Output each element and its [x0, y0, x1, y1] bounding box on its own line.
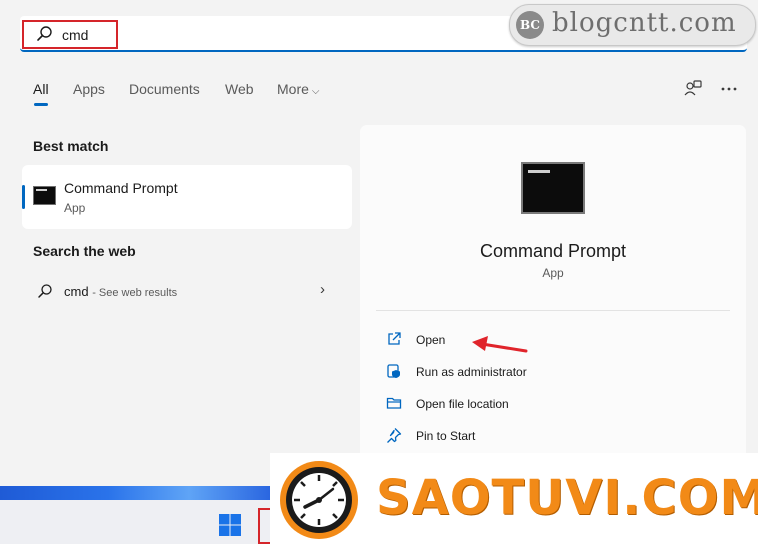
open-icon [388, 332, 401, 345]
command-prompt-large-icon [521, 162, 585, 214]
account-switch-icon[interactable] [682, 78, 704, 100]
tab-web[interactable]: Web [225, 81, 254, 97]
web-search-suffix: - See web results [92, 287, 178, 299]
tab-all[interactable]: All [33, 81, 49, 97]
folder-icon [386, 397, 402, 409]
open-label: Open [416, 333, 446, 347]
search-icon [37, 26, 52, 41]
details-title: Command Prompt [479, 241, 627, 261]
tab-documents[interactable]: Documents [129, 81, 200, 97]
web-search-text: cmd - See web results [64, 284, 177, 299]
windows-start-icon[interactable] [218, 513, 242, 537]
best-match-result[interactable] [22, 165, 352, 229]
best-match-title: Command Prompt [64, 180, 178, 196]
details-type: App [542, 266, 564, 280]
tab-more-label: More [277, 81, 309, 97]
site-logo-text: SAOTUVI.COM [376, 470, 758, 526]
chevron-right-icon[interactable]: › [320, 281, 325, 298]
pin-to-start-label: Pin to Start [416, 429, 476, 443]
command-prompt-icon [33, 186, 56, 205]
tab-apps[interactable]: Apps [73, 81, 105, 97]
open-file-location-label: Open file location [416, 397, 509, 411]
best-match-type: App [64, 201, 86, 215]
more-options-icon[interactable] [718, 78, 740, 100]
tab-more[interactable]: More ⌵ [277, 81, 320, 97]
selection-indicator [22, 185, 25, 209]
watermark-text: blogcntt.com [552, 8, 737, 38]
search-icon [38, 284, 52, 298]
annotation-arrow-icon [472, 336, 528, 353]
divider [376, 310, 730, 311]
clock-logo-icon [280, 461, 358, 539]
search-web-heading: Search the web [33, 243, 136, 259]
watermark-badge: BC blogcntt.com [509, 4, 756, 46]
watermark-logo: BC [516, 11, 544, 39]
shield-icon [387, 364, 400, 378]
active-tab-indicator [34, 103, 48, 106]
pin-icon [387, 428, 402, 443]
chevron-down-icon: ⌵ [311, 86, 320, 97]
web-search-query: cmd [64, 284, 89, 299]
run-as-admin-label: Run as administrator [416, 365, 527, 379]
best-match-heading: Best match [33, 138, 109, 154]
desktop-wallpaper-strip [0, 486, 270, 500]
search-input[interactable]: cmd [62, 27, 88, 43]
